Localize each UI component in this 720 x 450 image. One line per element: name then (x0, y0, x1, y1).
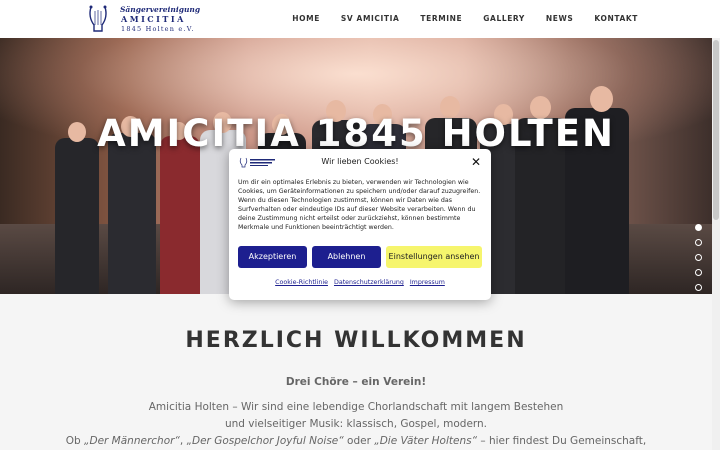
nav-termine[interactable]: TERMINE (420, 14, 462, 23)
slider-dot-1[interactable] (695, 224, 702, 231)
privacy-link[interactable]: Datenschutzerklärung (334, 279, 404, 286)
cookie-dialog-text: Um dir ein optimales Erlebnis zu bieten,… (238, 179, 481, 231)
nav-news[interactable]: NEWS (546, 14, 573, 23)
logo-line-3: 1845 Holten e.V. (121, 25, 195, 33)
cookie-consent-dialog: Wir lieben Cookies! ✕ Um dir ein optimal… (229, 149, 491, 300)
singer (160, 136, 200, 294)
choir-vaeter: „Die Väter Holtens“ (374, 435, 478, 447)
slider-dot-2[interactable] (695, 239, 702, 246)
settings-button[interactable]: Einstellungen ansehen (386, 246, 482, 268)
choir-gospelchor: „Der Gospelchor Joyful Noise“ (186, 435, 344, 447)
decline-button[interactable]: Ablehnen (312, 246, 381, 268)
choir-maennerchor: „Der Männerchor“ (84, 435, 180, 447)
welcome-text-line-2: und vielseitiger Musik: klassisch, Gospe… (224, 418, 488, 430)
welcome-text-line-3: Ob „Der Männerchor“, „Der Gospelchor Joy… (0, 435, 712, 447)
logo-text: Sängervereinigung AMICITIA 1845 Holten e… (120, 5, 200, 33)
welcome-text-line-1: Amicitia Holten – Wir sind eine lebendig… (148, 401, 564, 413)
welcome-title: HERZLICH WILLKOMMEN (185, 328, 527, 353)
slider-dot-3[interactable] (695, 254, 702, 261)
cookie-dialog-title: Wir lieben Cookies! (321, 157, 399, 166)
accept-button[interactable]: Akzeptieren (238, 246, 307, 268)
singer (108, 133, 156, 294)
singer (55, 138, 99, 294)
singer-head (590, 86, 613, 112)
lyre-icon (89, 5, 107, 32)
line-3-sep-2: oder (343, 435, 375, 447)
nav-gallery[interactable]: GALLERY (483, 14, 525, 23)
slider-dot-4[interactable] (695, 269, 702, 276)
nav-kontakt[interactable]: KONTAKT (594, 14, 638, 23)
cookie-policy-link[interactable]: Cookie-Richtlinie (275, 279, 328, 286)
line-3-sep-1: , (179, 435, 187, 447)
page-scrollbar[interactable] (712, 38, 720, 450)
cookie-dialog-links: Cookie-Richtlinie Datenschutzerklärung I… (229, 279, 491, 286)
welcome-subtitle: Drei Chöre – ein Verein! (285, 376, 427, 388)
site-logo[interactable]: Sängervereinigung AMICITIA 1845 Holten e… (86, 3, 206, 35)
logo-line-1: Sängervereinigung (120, 5, 201, 14)
main-nav: HOME SV AMICITIA TERMINE GALLERY NEWS KO… (271, 14, 638, 23)
welcome-section: HERZLICH WILLKOMMEN Drei Chöre – ein Ver… (0, 294, 712, 450)
nav-sv-amicitia[interactable]: SV AMICITIA (341, 14, 399, 23)
logo-line-2: AMICITIA (121, 14, 186, 24)
slider-dots (695, 224, 702, 294)
line-3-suffix: – hier findest Du Gemeinschaft, (477, 435, 647, 447)
close-icon[interactable]: ✕ (471, 155, 481, 169)
site-header: Sängervereinigung AMICITIA 1845 Holten e… (0, 0, 720, 38)
line-3-prefix: Ob (65, 435, 85, 447)
imprint-link[interactable]: Impressum (410, 279, 445, 286)
scrollbar-thumb[interactable] (713, 40, 719, 220)
slider-dot-5[interactable] (695, 284, 702, 291)
nav-home[interactable]: HOME (292, 14, 320, 23)
